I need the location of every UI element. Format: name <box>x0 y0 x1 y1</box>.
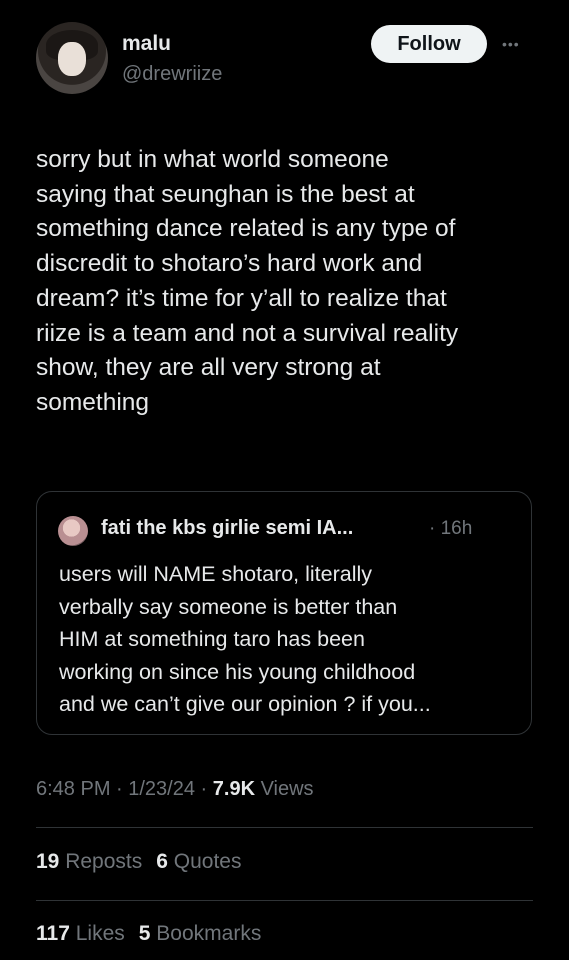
quotes-count[interactable]: 6 <box>156 850 168 873</box>
divider <box>36 900 533 901</box>
divider <box>36 827 533 828</box>
quotes-label[interactable]: Quotes <box>174 850 242 873</box>
quoted-timestamp: · 16h <box>429 518 473 539</box>
reposts-label[interactable]: Reposts <box>65 850 142 873</box>
tweet-metadata: 6:48 PM · 1/23/24 · 7.9K Views <box>36 778 314 801</box>
author-avatar[interactable] <box>36 22 108 94</box>
follow-button[interactable]: Follow <box>371 25 487 63</box>
tweet-text: sorry but in what world someone saying t… <box>36 146 459 416</box>
author-name[interactable]: malu <box>122 32 171 56</box>
avatar-face <box>58 42 86 76</box>
bookmarks-label[interactable]: Bookmarks <box>156 922 261 945</box>
bookmarks-count[interactable]: 5 <box>139 922 151 945</box>
quoted-tweet[interactable]: fati the kbs girlie semi IA... · 16h use… <box>36 491 532 735</box>
likes-label[interactable]: Likes <box>76 922 125 945</box>
quoted-author-name: fati the kbs girlie semi IA... <box>101 517 354 539</box>
more-options-icon[interactable]: ••• <box>502 36 520 52</box>
timestamp[interactable]: 6:48 PM · 1/23/24 · <box>36 778 213 800</box>
likes-count[interactable]: 117 <box>36 922 70 945</box>
quoted-tweet-text: users will NAME shotaro, literally verba… <box>59 562 431 716</box>
views-label: Views <box>255 778 314 800</box>
quoted-author-avatar <box>58 516 88 546</box>
views-count: 7.9K <box>212 778 256 800</box>
like-bookmark-stats: 117 Likes 5 Bookmarks <box>36 922 261 946</box>
repost-quote-stats: 19 Reposts 6 Quotes <box>36 850 242 874</box>
author-handle[interactable]: @drewriize <box>122 63 222 86</box>
reposts-count[interactable]: 19 <box>36 850 59 873</box>
